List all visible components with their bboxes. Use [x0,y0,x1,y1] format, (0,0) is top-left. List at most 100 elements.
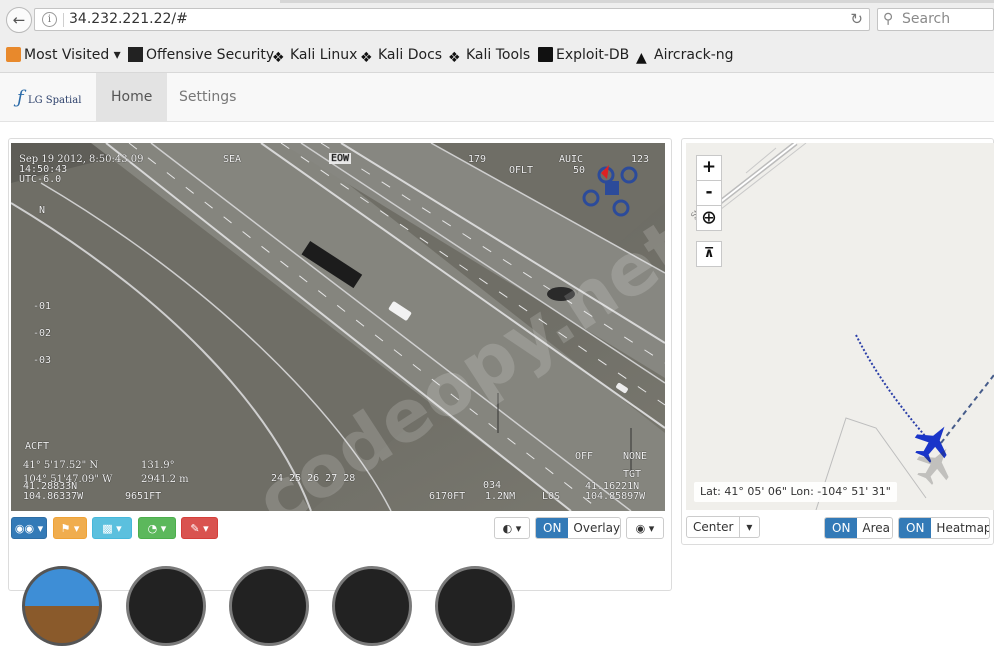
bookmark-kali-tools[interactable]: ❖ Kali Tools [448,44,530,66]
bookmark-most-visited[interactable]: Most Visited ▾ [6,44,121,66]
binoculars-icon: ◉◉ [14,522,35,535]
vertical-speed-gauge [332,566,412,646]
bookmark-icon: ⚑ [60,522,71,535]
video-alt-small: 9651FT [125,491,162,502]
video-tick-03: -03 [33,355,52,366]
video-acft: ACFT [25,441,50,452]
video-off: OFF [575,451,594,462]
chart-dropdown-button[interactable]: ▩ ▾ [92,517,132,539]
toggle-dropdown-button[interactable]: ◉ ▾ [626,517,664,539]
dashboard-dropdown-button[interactable]: ◔ ▾ [138,517,176,539]
map-view[interactable]: St...on + - ⨁ ⊼ Lat: 41° 05' 06" Lon: -1… [686,143,994,510]
video-pos-b: 104.86337W [23,491,84,502]
dashboard-icon: ◔ [147,522,158,535]
overlay-toggle[interactable]: ON Overlay [535,517,621,539]
tab-home[interactable]: Home [96,73,168,122]
video-los: LOS [542,491,561,502]
app-navbar: ƒ LG Spatial Home Settings [0,73,994,122]
video-none: NONE [623,451,648,462]
offsec-icon [128,47,143,62]
overlay-toggle-label: Overlay [573,521,621,535]
draw-dropdown-button[interactable]: ✎ ▾ [181,517,218,539]
video-north: N [39,205,46,216]
video-oflt: OFLT [509,165,534,176]
bookmark-kali-docs[interactable]: ❖ Kali Docs [360,44,442,66]
airspeed-gauge [435,566,515,646]
bookmark-kali-linux[interactable]: ❖ Kali Linux [272,44,357,66]
video-lat: 41° 5'17.52" N [23,460,99,471]
video-dist: 1.2NM [485,491,516,502]
search-icon: ⚲ [883,11,894,27]
bookmark-exploit-db[interactable]: Exploit-DB [538,44,629,66]
bookmark-offensive-security[interactable]: Offensive Security [128,44,274,66]
paintbrush-icon: ✎ [190,522,200,535]
video-deg: 131.9° [141,460,175,471]
back-button[interactable]: ← [6,7,32,33]
tab-settings[interactable]: Settings [164,73,251,122]
video-sea: SEA [223,154,242,165]
video-num-123: 123 [631,154,650,165]
bookmark-label: Aircrack-ng [654,47,734,63]
video-auto: AUIC [559,154,584,165]
bar-chart-icon: ▩ [102,522,113,535]
video-los-b: 104.85897W [585,491,646,502]
video-alt: 6170FT [429,491,466,502]
url-text[interactable]: 34.232.221.22/# [69,11,188,27]
collapse-button[interactable]: ⊼ [696,241,722,267]
video-range: 2941.2 m [141,474,189,485]
zoom-out-button[interactable]: - [696,180,722,206]
video-tick-01: -01 [33,301,52,312]
zoom-in-button[interactable]: + [696,155,722,181]
toggle-icon: ◉ [635,522,646,535]
url-divider [63,13,64,27]
heatmap-toggle-state: ON [899,518,932,538]
lg-spatial-logo[interactable]: ƒ LG Spatial [14,87,94,113]
url-bar[interactable]: i 34.232.221.22/# ↻ [34,8,870,31]
bookmark-label: Most Visited ▾ [24,47,121,63]
center-dropdown[interactable]: Center ▾ [686,516,760,538]
logo-mark-icon: ƒ [17,87,24,108]
fullscreen-button[interactable]: ⨁ [696,205,722,231]
bookmarks-bar: Most Visited ▾ Offensive Security ❖ Kali … [0,44,994,66]
bookmark-aircrack-ng[interactable]: ▲ Aircrack-ng [636,44,734,66]
chevron-up-icon: ⊼ [703,246,715,261]
uav-video-feed[interactable]: Sep 19 2012, 8:50:43.09 14:50:43 UTC-6.0… [11,143,665,511]
search-placeholder: Search [902,11,951,27]
logo-text: LG Spatial [28,95,82,106]
map-coordinates: Lat: 41° 05' 06" Lon: -104° 51' 31" [694,482,897,502]
exploit-db-icon [538,47,553,62]
video-tgt: TGT [623,469,642,480]
video-num-50: 50 [573,165,586,176]
kali-dragon-icon: ❖ [360,50,373,66]
video-num-034: 034 [483,480,502,491]
video-eow: EOW [329,153,352,164]
area-toggle-label: Area [862,521,891,535]
heatmap-toggle[interactable]: ON Heatmap [898,517,990,539]
video-heading: 179 [468,154,487,165]
kali-dragon-icon: ❖ [272,50,285,66]
aircrack-icon: ▲ [636,50,647,66]
bookmark-dropdown-button[interactable]: ⚑ ▾ [53,517,87,539]
bookmark-label: Kali Docs [378,47,443,63]
binoculars-dropdown-button[interactable]: ◉◉ ▾ [11,517,47,539]
overlay-toggle-state: ON [536,518,569,538]
fullscreen-icon: ⨁ [702,210,716,225]
video-tick-02: -02 [33,328,52,339]
reload-icon[interactable]: ↻ [850,10,863,28]
search-input[interactable]: ⚲ Search [877,8,994,31]
area-toggle-state: ON [825,518,858,538]
site-info-icon[interactable]: i [42,12,57,27]
bookmark-label: Kali Tools [466,47,531,63]
area-toggle[interactable]: ON Area [824,517,893,539]
altimeter-gauge [229,566,309,646]
bookmark-label: Kali Linux [290,47,358,63]
chevron-down-icon: ▾ [746,520,753,534]
contrast-icon: ◐ [502,522,513,535]
center-button-label: Center [687,517,741,537]
contrast-dropdown-button[interactable]: ◐ ▾ [494,517,530,539]
heatmap-toggle-label: Heatmap [936,521,990,535]
heading-gauge [126,566,206,646]
tab-strip [280,0,994,3]
bookmark-label: Exploit-DB [556,47,630,63]
map-canvas [694,143,994,510]
